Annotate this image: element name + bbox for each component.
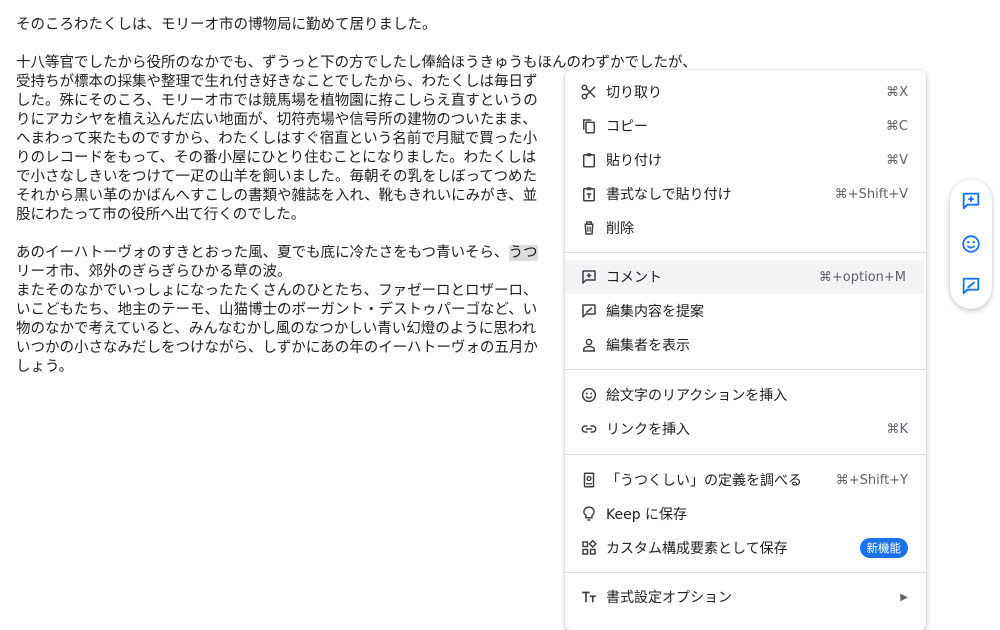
menu-item-label: 書式設定オプション — [606, 590, 732, 606]
text-line: りのレコードをもって、その番小屋にひとり住むことになりました。わたくしは — [16, 150, 537, 166]
new-feature-badge: 新機能 — [859, 538, 908, 558]
menu-item-define[interactable]: 「うつくしい」の定義を調べる ⌘+Shift+Y — [565, 463, 926, 497]
menu-item-label: カスタム構成要素として保存 — [606, 541, 788, 557]
document-body[interactable]: そのころわたくしは、モリーオ市の博物局に勤めて居りました。 十八等官でしたから役… — [16, 16, 697, 396]
menu-divider — [565, 572, 926, 573]
text-format-icon — [579, 587, 599, 607]
paragraph-1: そのころわたくしは、モリーオ市の博物局に勤めて居りました。 — [16, 17, 437, 33]
text-line: しょう。 — [16, 359, 74, 375]
floating-action-bar — [950, 179, 992, 309]
add-comment-icon — [962, 192, 980, 210]
menu-item-save-keep[interactable]: Keep に保存 — [565, 497, 926, 531]
menu-item-label: 絵文字のリアクションを挿入 — [606, 388, 788, 404]
menu-item-paste-plain[interactable]: 書式なしで貼り付け ⌘+Shift+V — [565, 177, 926, 211]
emoji-icon — [962, 235, 980, 253]
text-line: あのイーハトーヴォのすきとおった風、夏でも底に冷たさをもつ青いそら、うつ — [16, 244, 576, 263]
menu-item-label: リンクを挿入 — [606, 422, 690, 438]
scissors-icon — [579, 82, 599, 102]
clipboard-icon — [579, 150, 599, 170]
suggest-edit-button[interactable] — [959, 274, 983, 298]
shortcut-text: ⌘+Shift+Y — [835, 472, 908, 488]
menu-item-label: 削除 — [606, 221, 634, 237]
shortcut-text: ⌘X — [886, 84, 908, 100]
text-line: いこどもたち、地主のテーモ、山猫博士のボーガント・デストゥパーゴなど、い — [16, 302, 538, 318]
menu-item-cut[interactable]: 切り取り ⌘X — [565, 75, 926, 109]
add-comment-icon — [579, 267, 599, 287]
emoji-icon — [579, 385, 599, 405]
paragraph-3: あのイーハトーヴォのすきとおった風、夏でも底に冷たさをもつ青いそら、うつ リーオ… — [16, 244, 576, 377]
lightbulb-icon — [579, 504, 599, 524]
paste-plain-icon — [579, 184, 599, 204]
text-line: した。殊にそのころ、モリーオ市では競馬場を植物園に拵こしらえ直すというの — [16, 93, 538, 109]
text-line: 受持ちが標本の採集や整理で生れ付き好きなことでしたから、わたくしは毎日ず — [16, 74, 538, 90]
context-menu: 切り取り ⌘X コピー ⌘C 貼り付け ⌘V 書式なしで貼り付け ⌘+Shift… — [565, 70, 926, 630]
menu-item-label: コピー — [606, 119, 648, 135]
text-line: 物のなかで考えていると、みんなむかし風のなつかしい青い幻燈のように思われ — [16, 321, 536, 337]
suggest-edit-icon — [962, 277, 980, 295]
text-line: 股にわたって市の役所へ出て行くのでした。 — [16, 207, 306, 223]
menu-item-label: 切り取り — [606, 85, 662, 101]
menu-item-insert-emoji[interactable]: 絵文字のリアクションを挿入 — [565, 378, 926, 412]
menu-item-insert-link[interactable]: リンクを挿入 ⌘K — [565, 412, 926, 446]
text-line: で小さなしきいをつけて一疋の山羊を飼いました。毎朝その乳をしぼってつめた — [16, 169, 537, 185]
shortcut-text: ⌘+Shift+V — [834, 186, 908, 202]
menu-item-label: 編集内容を提案 — [606, 304, 704, 320]
menu-item-show-editors[interactable]: 編集者を表示 — [565, 328, 926, 362]
text-line: へまわって来たものですから、わたくしはすぐ宿直という名前で月賦で買った小 — [16, 131, 538, 147]
shortcut-text: ⌘C — [885, 118, 908, 134]
menu-item-comment[interactable]: コメント ⌘+option+M — [565, 260, 924, 294]
trash-icon — [579, 218, 599, 238]
text-line: それから黒い革のかばんへすこしの書類や雑誌を入れ、靴もきれいにみがき、並 — [16, 188, 538, 204]
menu-item-label: Keep に保存 — [606, 507, 688, 523]
menu-item-label: 「うつくしい」の定義を調べる — [606, 473, 802, 489]
shortcut-text: ⌘V — [886, 152, 908, 168]
copy-icon — [579, 116, 599, 136]
text-line: またそのなかでいっしょになったたくさんのひとたち、ファゼーロとロザーロ、 — [16, 283, 538, 299]
menu-item-copy[interactable]: コピー ⌘C — [565, 109, 926, 143]
dictionary-icon — [579, 470, 599, 490]
text-before-selection: あのイーハトーヴォのすきとおった風、夏でも底に冷たさをもつ青いそら、 — [16, 245, 509, 261]
menu-item-label: コメント — [606, 270, 662, 286]
submenu-arrow-icon: ▶ — [900, 591, 908, 603]
menu-item-label: 編集者を表示 — [606, 338, 690, 354]
shortcut-text: ⌘K — [886, 421, 908, 437]
paragraph-2: 十八等官でしたから役所のなかでも、ずうっと下の方でしたし俸給ほうきゅうもほんのわ… — [16, 54, 697, 225]
add-comment-button[interactable] — [959, 189, 983, 213]
add-emoji-reaction-button[interactable] — [959, 232, 983, 256]
menu-divider — [565, 454, 926, 455]
menu-item-paste[interactable]: 貼り付け ⌘V — [565, 143, 926, 177]
menu-item-delete[interactable]: 削除 — [565, 211, 926, 245]
text-line: リーオ市、郊外のぎらぎらひかる草の波。 — [16, 264, 292, 280]
selected-text[interactable]: うつ — [508, 245, 538, 261]
person-icon — [579, 335, 599, 355]
menu-divider — [565, 369, 926, 370]
menu-item-label: 書式なしで貼り付け — [606, 187, 732, 203]
text-line: りにアカシヤを植え込んだ広い地面が、切符売場や信号所の建物のついたまま、 — [16, 112, 537, 128]
link-icon — [579, 419, 599, 439]
shortcut-text: ⌘+option+M — [818, 269, 906, 285]
blocks-icon — [579, 538, 599, 558]
text-line: 十八等官でしたから役所のなかでも、ずうっと下の方でしたし俸給ほうきゅうもほんのわ… — [16, 55, 697, 71]
suggest-edit-icon — [579, 301, 599, 321]
text-line: いつかの小さなみだしをつけながら、しずかにあの年のイーハトーヴォの五月か — [16, 340, 538, 356]
menu-divider — [565, 252, 926, 253]
menu-item-format-options[interactable]: 書式設定オプション ▶ — [565, 580, 926, 614]
menu-item-save-building-block[interactable]: カスタム構成要素として保存 新機能 — [565, 531, 926, 565]
menu-item-label: 貼り付け — [606, 153, 662, 169]
menu-item-suggest-edit[interactable]: 編集内容を提案 — [565, 294, 926, 328]
